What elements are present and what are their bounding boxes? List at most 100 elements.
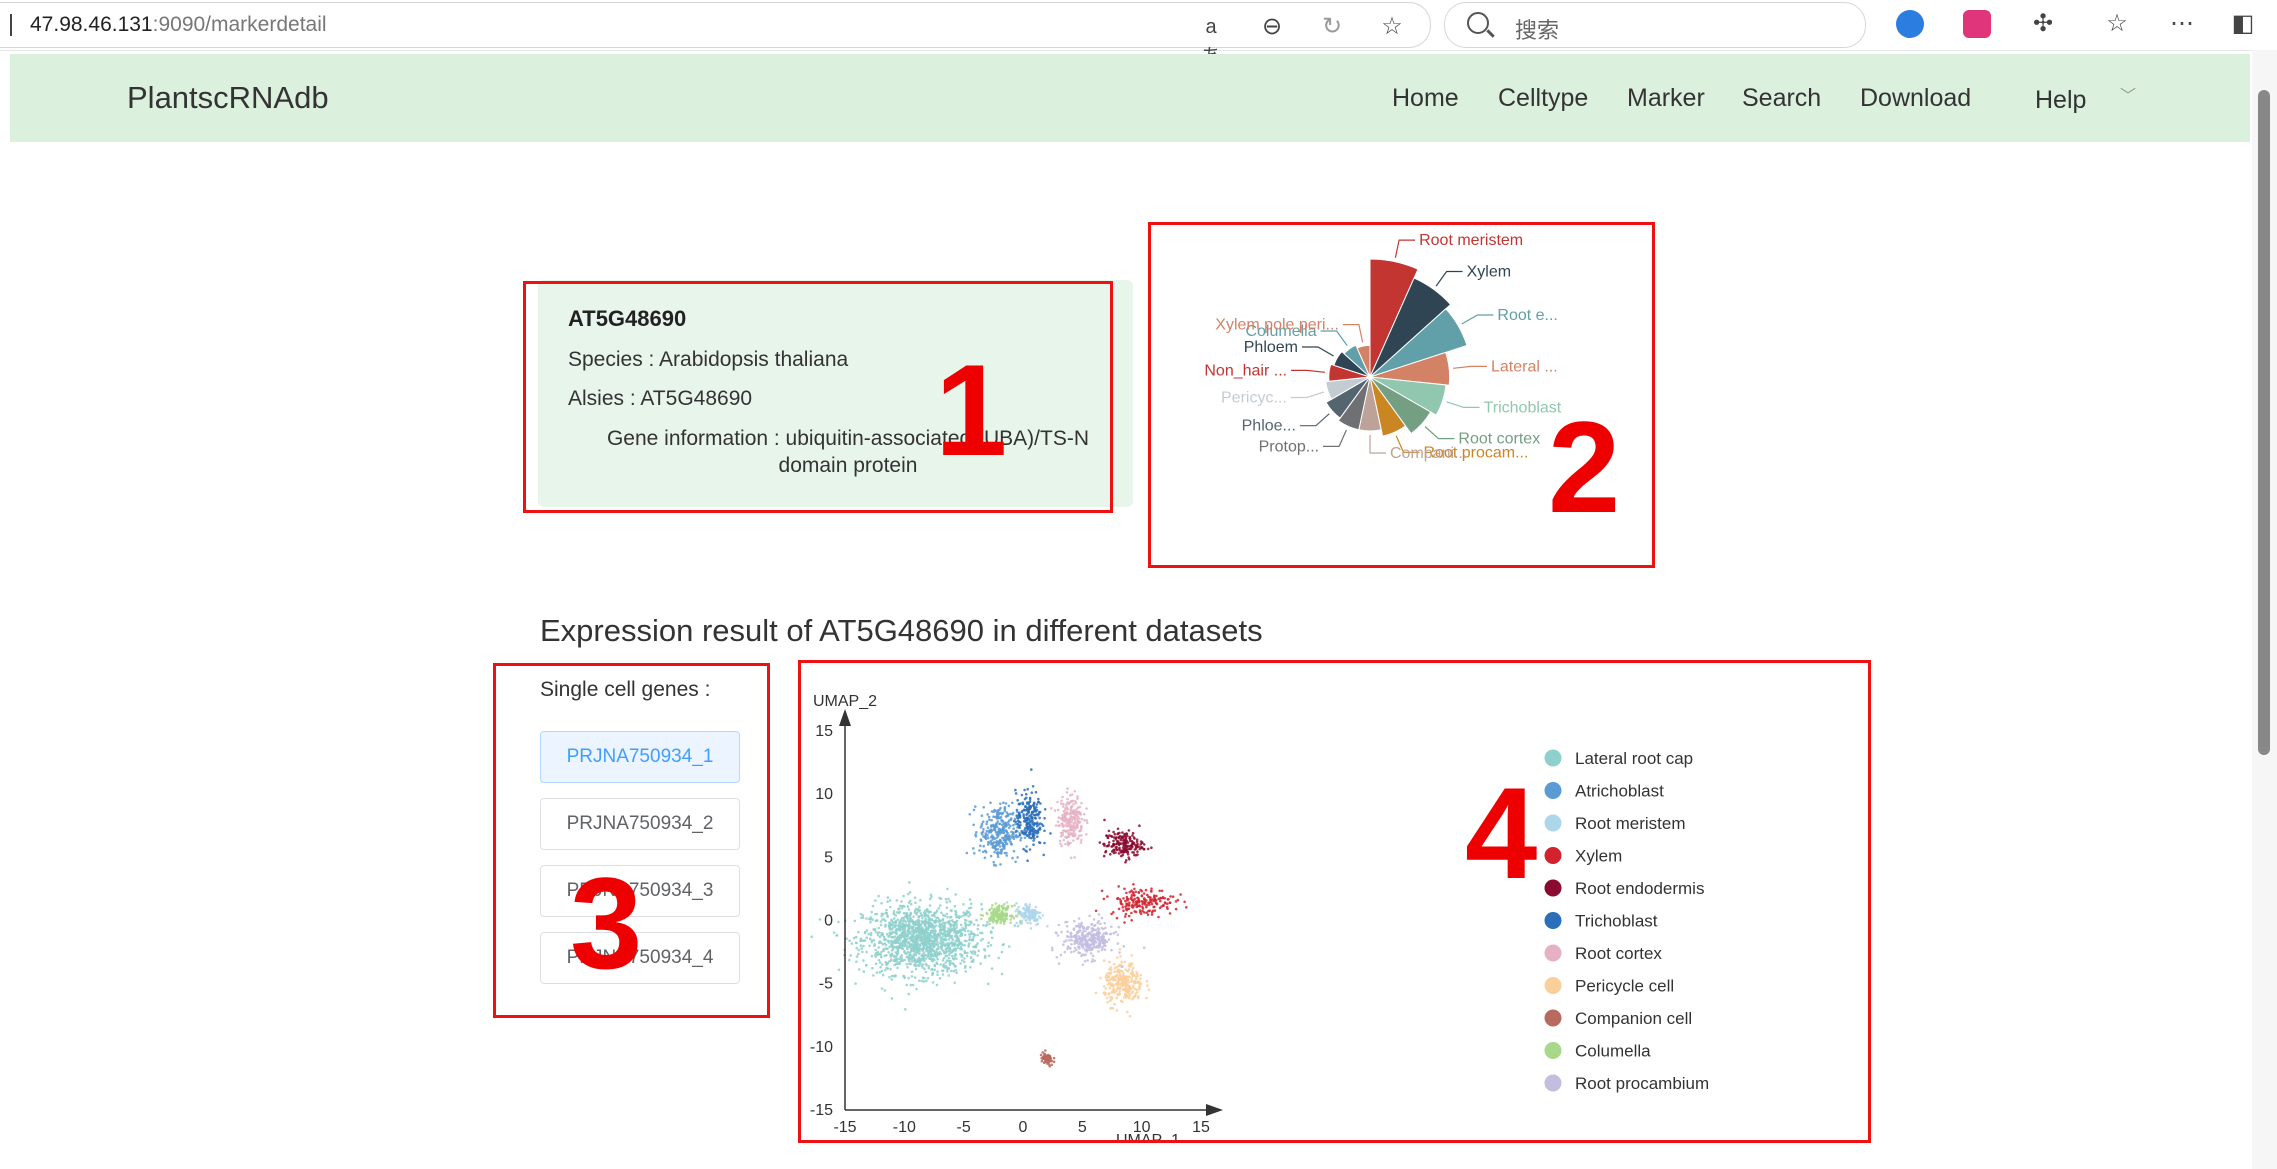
legend-marker[interactable] (1544, 847, 1562, 864)
umap-point (1168, 912, 1172, 915)
umap-point (921, 921, 925, 924)
legend-label[interactable]: Xylem (1575, 847, 1622, 866)
legend-label[interactable]: Companion cell (1575, 1009, 1692, 1028)
umap-point (963, 933, 967, 937)
legend-marker[interactable] (1544, 912, 1562, 929)
legend-marker[interactable] (1544, 944, 1562, 962)
favorites-list-icon[interactable]: ☆ (2102, 9, 2132, 39)
read-aloud-icon[interactable]: aあ (1196, 12, 1226, 68)
umap-point (857, 968, 861, 971)
umap-point (989, 831, 993, 834)
legend-label[interactable]: Trichoblast (1575, 912, 1658, 931)
legend-marker[interactable] (1544, 1009, 1562, 1027)
legend-marker[interactable] (1544, 1074, 1562, 1092)
umap-point (1012, 827, 1015, 830)
umap-point (1100, 889, 1104, 893)
extension-cat-icon[interactable] (1896, 10, 1924, 38)
page-scrollbar[interactable] (2252, 50, 2277, 1169)
legend-label[interactable]: Atrichoblast (1575, 782, 1664, 801)
more-menu-icon[interactable]: ⋯ (2167, 9, 2197, 39)
dataset-button-1[interactable]: PRJNA750934_1 (540, 731, 740, 783)
umap-point (903, 919, 906, 923)
legend-marker[interactable] (1544, 879, 1562, 897)
legend-marker[interactable] (1544, 782, 1562, 799)
umap-point (1059, 834, 1063, 838)
umap-point (906, 905, 910, 908)
nav-celltype[interactable]: Celltype (1498, 84, 1588, 113)
umap-point (1113, 970, 1116, 973)
umap-point (907, 914, 911, 918)
translate-extension-icon[interactable] (1963, 10, 1991, 38)
umap-point (938, 919, 942, 922)
umap-point (888, 926, 892, 929)
umap-point (966, 911, 970, 914)
umap-point (1076, 931, 1079, 934)
umap-point (1153, 905, 1156, 909)
umap-point (903, 905, 906, 908)
legend-label[interactable]: Root meristem (1575, 814, 1686, 833)
umap-point (1103, 948, 1107, 951)
umap-point (1069, 829, 1072, 832)
legend-marker[interactable] (1544, 1042, 1562, 1059)
favorite-star-icon[interactable]: ☆ (1377, 12, 1407, 42)
umap-point (1061, 795, 1064, 799)
address-bar[interactable]: 47.98.46.131:9090/markerdetail aあ ⊖ ↻ ☆ (0, 2, 1431, 68)
legend-label[interactable]: Root cortex (1575, 944, 1662, 963)
umap-point (877, 926, 880, 930)
umap-point (874, 948, 877, 952)
umap-point (920, 939, 923, 943)
extensions-puzzle-icon[interactable]: ✣ (2028, 9, 2058, 39)
browser-search-box[interactable]: 搜索 (1444, 2, 1866, 48)
site-brand[interactable]: PlantscRNAdb (127, 80, 329, 116)
umap-point (1104, 849, 1108, 853)
legend-label[interactable]: Columella (1575, 1042, 1651, 1061)
umap-point (946, 887, 949, 891)
umap-point (880, 931, 884, 935)
umap-point (1069, 934, 1073, 938)
umap-point (940, 911, 943, 915)
umap-point (1000, 831, 1003, 834)
umap-point (956, 929, 960, 933)
nav-help[interactable]: Help (2035, 86, 2086, 115)
sidebar-toggle-icon[interactable]: ◧ (2228, 9, 2258, 39)
zoom-out-icon[interactable]: ⊖ (1257, 12, 1287, 42)
umap-point (979, 826, 983, 829)
umap-point (913, 896, 917, 899)
umap-point (1030, 828, 1034, 832)
umap-point (1037, 915, 1041, 918)
nav-search[interactable]: Search (1742, 84, 1821, 113)
umap-point (944, 933, 947, 936)
umap-point (897, 923, 900, 927)
nav-marker[interactable]: Marker (1627, 84, 1705, 113)
umap-point (1021, 831, 1024, 835)
umap-point (953, 943, 956, 947)
legend-label[interactable]: Root endodermis (1575, 879, 1704, 898)
umap-point (1150, 913, 1154, 916)
umap-point (910, 902, 913, 906)
edge-refresh-icon[interactable]: ↻ (1317, 12, 1347, 42)
umap-point (1032, 831, 1036, 834)
umap-scatter-chart: -15-10-5051015151050-5-10-15UMAP_2UMAP_1… (810, 693, 1709, 1140)
umap-point (876, 953, 880, 957)
nav-home[interactable]: Home (1392, 84, 1459, 113)
scroll-thumb[interactable] (2258, 90, 2270, 755)
legend-marker[interactable] (1544, 814, 1562, 832)
legend-label[interactable]: Lateral root cap (1575, 749, 1693, 768)
umap-point (980, 832, 984, 836)
help-chevron-down-icon[interactable]: ﹀ (2120, 82, 2136, 106)
legend-marker[interactable] (1544, 977, 1562, 994)
dataset-button-2[interactable]: PRJNA750934_2 (540, 798, 740, 850)
y-axis-arrow (839, 709, 851, 726)
nav-download[interactable]: Download (1860, 84, 1971, 113)
umap-point (1076, 937, 1079, 941)
umap-point (909, 911, 912, 915)
umap-point (1081, 934, 1085, 937)
legend-marker[interactable] (1544, 749, 1562, 767)
legend-label[interactable]: Pericycle cell (1575, 977, 1674, 996)
umap-point (922, 954, 925, 957)
umap-point (972, 923, 976, 926)
umap-point (1117, 925, 1121, 929)
umap-point (954, 893, 957, 896)
umap-point (898, 946, 901, 949)
legend-label[interactable]: Root procambium (1575, 1074, 1709, 1093)
